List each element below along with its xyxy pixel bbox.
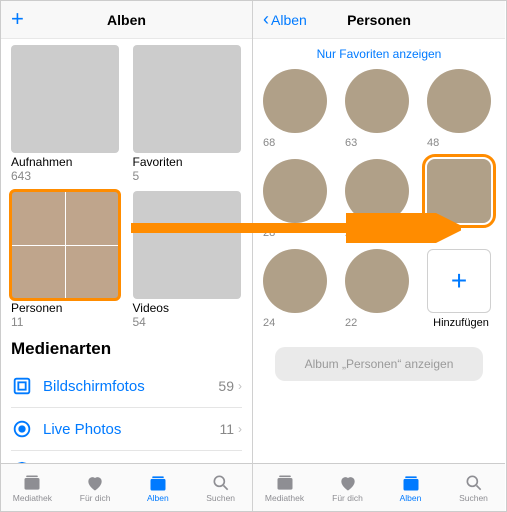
screenshot-icon xyxy=(11,375,33,397)
livephoto-icon xyxy=(11,418,33,440)
album-personen[interactable]: Personen 11 xyxy=(11,191,121,329)
tab-alben[interactable]: Alben xyxy=(127,464,190,511)
tab-mediathek[interactable]: Mediathek xyxy=(253,464,316,511)
show-album-button[interactable]: Album „Personen“ anzeigen xyxy=(275,347,483,381)
nav-title: Alben xyxy=(107,12,146,28)
chevron-right-icon: › xyxy=(238,379,242,393)
tab-mediathek[interactable]: Mediathek xyxy=(1,464,64,511)
person-item[interactable]: 27 xyxy=(345,159,413,239)
person-item[interactable]: 68 xyxy=(263,69,331,149)
tab-suchen[interactable]: Suchen xyxy=(442,464,505,511)
people-scroll[interactable]: 68 63 48 28 27 26 24 22 + Hinzufügen Alb… xyxy=(253,69,505,463)
album-aufnahmen[interactable]: Aufnahmen 643 xyxy=(11,45,121,183)
plus-icon: + xyxy=(427,249,491,313)
row-livephotos[interactable]: Live Photos 11 › xyxy=(11,408,242,451)
chevron-right-icon: › xyxy=(238,422,242,436)
add-person[interactable]: + Hinzufügen xyxy=(427,249,495,329)
person-item[interactable]: 22 xyxy=(345,249,413,329)
person-item[interactable]: 24 xyxy=(263,249,331,329)
tab-alben[interactable]: Alben xyxy=(379,464,442,511)
person-item[interactable]: 63 xyxy=(345,69,413,149)
album-videos[interactable]: Videos 54 xyxy=(133,191,243,329)
person-item[interactable]: 28 xyxy=(263,159,331,239)
album-favoriten[interactable]: Favoriten 5 xyxy=(133,45,243,183)
tabbar-left: Mediathek Für dich Alben Suchen xyxy=(1,463,252,511)
personen-pane: ‹ Alben Personen Nur Favoriten anzeigen … xyxy=(253,1,505,511)
navbar-left: + Alben xyxy=(1,1,252,39)
back-button[interactable]: ‹ Alben xyxy=(263,9,307,30)
add-album-icon[interactable]: + xyxy=(11,6,24,32)
nav-title: Personen xyxy=(347,12,411,28)
tab-suchen[interactable]: Suchen xyxy=(189,464,252,511)
section-medienarten: Medienarten xyxy=(11,339,242,359)
tab-fuerdich[interactable]: Für dich xyxy=(64,464,127,511)
navbar-right: ‹ Alben Personen xyxy=(253,1,505,39)
albums-pane: + Alben Aufnahmen 643 Favoriten 5 xyxy=(1,1,253,511)
chevron-left-icon: ‹ xyxy=(263,9,269,30)
tab-fuerdich[interactable]: Für dich xyxy=(316,464,379,511)
person-item[interactable]: 48 xyxy=(427,69,495,149)
row-portrait[interactable]: Porträt 6 › xyxy=(11,451,242,463)
tabbar-right: Mediathek Für dich Alben Suchen xyxy=(253,463,505,511)
person-item-highlighted[interactable]: 26 xyxy=(427,159,495,239)
favorites-filter-link[interactable]: Nur Favoriten anzeigen xyxy=(253,39,505,69)
albums-scroll[interactable]: Aufnahmen 643 Favoriten 5 Personen 11 xyxy=(1,39,252,463)
row-bildschirmfotos[interactable]: Bildschirmfotos 59 › xyxy=(11,365,242,408)
